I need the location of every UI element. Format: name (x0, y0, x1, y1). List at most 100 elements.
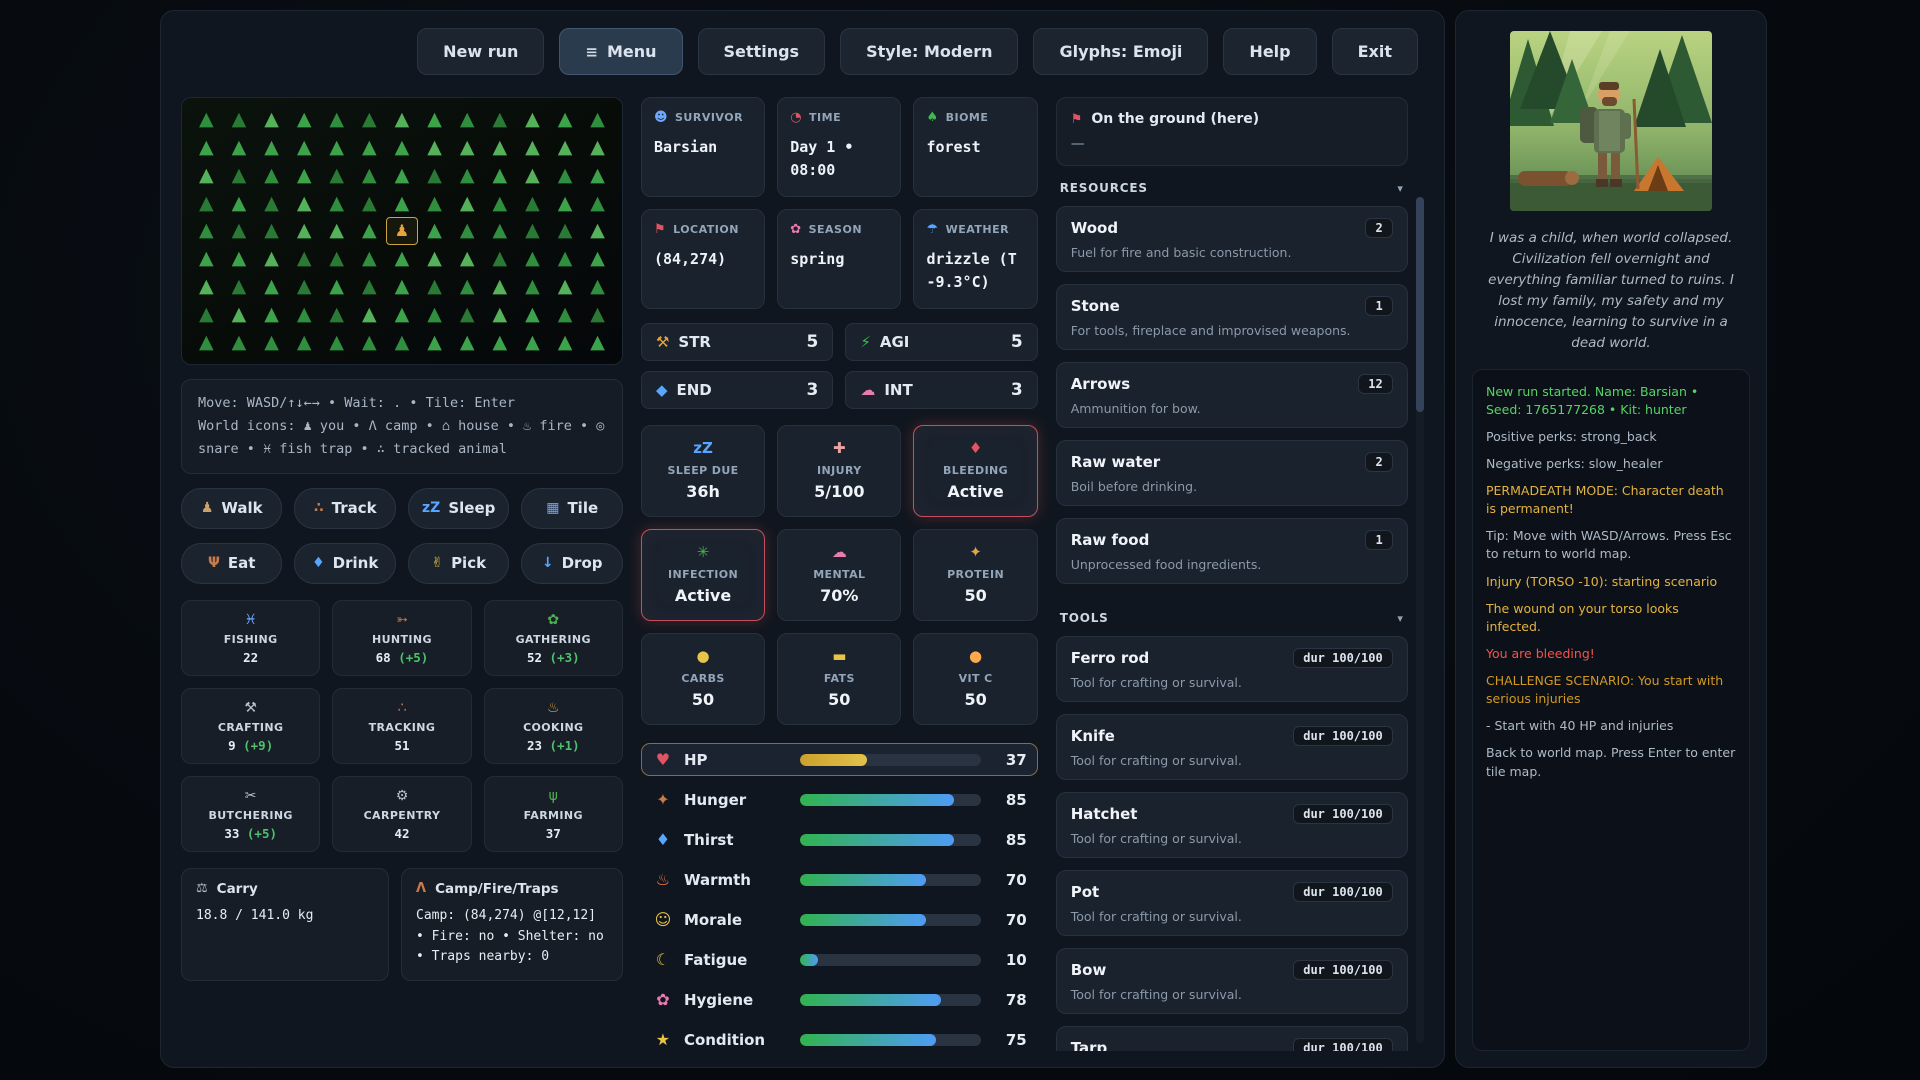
info-card-biome: ♠BIOMEforest (913, 97, 1037, 197)
map-tile-tree: ▲ (320, 273, 353, 301)
ground-item-stone[interactable]: Stone1For tools, fireplace and improvise… (1056, 284, 1408, 350)
bar-fill (800, 874, 927, 886)
ground-item-raw-water[interactable]: Raw water2Boil before drinking. (1056, 440, 1408, 506)
ground-item-raw-food[interactable]: Raw food1Unprocessed food ingredients. (1056, 518, 1408, 584)
map-tile-tree: ▲ (451, 106, 484, 134)
map-tile-tree: ▲ (581, 106, 614, 134)
status-card-vit-c: ●VIT C50 (913, 633, 1037, 725)
status-value: 50 (922, 690, 1028, 709)
ground-item-hatchet[interactable]: Hatchetdur 100/100Tool for crafting or s… (1056, 792, 1408, 858)
map-tile-tree: ▲ (581, 273, 614, 301)
ground-item-ferro-rod[interactable]: Ferro roddur 100/100 Tool for crafting or… (1056, 636, 1408, 702)
topbar-button-style-modern[interactable]: Style: Modern (840, 28, 1018, 75)
skill-label: CRAFTING (188, 721, 313, 734)
item-description: Tool for crafting or survival. (1071, 909, 1393, 924)
bar-value: 78 (991, 991, 1027, 1009)
log-line: You are bleeding! (1486, 645, 1736, 663)
world-map[interactable]: ▲▲▲▲▲▲▲▲▲▲▲▲▲▲▲▲▲▲▲▲▲▲▲▲▲▲▲▲▲▲▲▲▲▲▲▲▲▲▲▲… (181, 97, 623, 365)
map-tile-tree: ▲ (549, 162, 582, 190)
topbar-button-help[interactable]: Help (1223, 28, 1316, 75)
map-tile-tree: ▲ (320, 245, 353, 273)
ground-panel: ⚑ On the ground (here) — RESOURCES▾Wood2… (1056, 97, 1424, 1051)
section-header-tools[interactable]: TOOLS▾ (1056, 596, 1408, 636)
map-tile-tree: ▲ (549, 273, 582, 301)
map-tile-tree: ▲ (386, 328, 419, 356)
tree-icon: ♠ (926, 110, 938, 125)
item-description: Tool for crafting or survival. (1071, 675, 1393, 690)
info-card-location: ⚑LOCATION(84,274) (641, 209, 765, 309)
ground-item-tarp[interactable]: Tarpdur 100/100Tool for crafting or surv… (1056, 1026, 1408, 1051)
section-header-resources[interactable]: RESOURCES▾ (1056, 166, 1408, 206)
map-tile-tree: ▲ (288, 162, 321, 190)
skill-value: 9 (+9) (188, 738, 313, 753)
topbar-button-new-run[interactable]: New run (417, 28, 544, 75)
track-button[interactable]: ∴Track (294, 488, 395, 529)
topbar-button-settings[interactable]: Settings (698, 28, 826, 75)
ground-item-knife[interactable]: Knifedur 100/100Tool for crafting or sur… (1056, 714, 1408, 780)
map-tile-tree: ▲ (223, 328, 256, 356)
ground-scrollbar-thumb[interactable] (1416, 197, 1424, 412)
attribute-label: AGI (880, 333, 910, 351)
map-tile-tree: ▲ (549, 245, 582, 273)
quantity-badge: 1 (1365, 530, 1392, 550)
item-name: Wood (1071, 219, 1118, 237)
ground-item-bow[interactable]: Bowdur 100/100Tool for crafting or survi… (1056, 948, 1408, 1014)
ground-item-top: Ferro roddur 100/100 (1071, 648, 1393, 668)
drink-button[interactable]: ♦Drink (294, 543, 395, 584)
tile-button[interactable]: ▦Tile (521, 488, 622, 529)
bar-fill (800, 794, 954, 806)
item-description: Ammunition for bow. (1071, 401, 1393, 416)
ground-item-top: Bowdur 100/100 (1071, 960, 1393, 980)
status-card-grid: zZSLEEP DUE36h✚INJURY5/100♦BLEEDINGActiv… (641, 425, 1038, 725)
info-card-head: ✿SEASON (790, 222, 888, 237)
paw-icon: ∴ (314, 500, 324, 516)
walk-button[interactable]: ♟Walk (181, 488, 282, 529)
topbar-button-menu[interactable]: ≡Menu (559, 28, 682, 75)
status-label: INFECTION (650, 568, 756, 581)
info-card-value: (84,274) (654, 248, 752, 271)
topbar-button-glyphs-emoji[interactable]: Glyphs: Emoji (1033, 28, 1208, 75)
bar-warmth: ♨Warmth70 (641, 863, 1038, 896)
ground-item-arrows[interactable]: Arrows12Ammunition for bow. (1056, 362, 1408, 428)
ground-item-wood[interactable]: Wood2Fuel for fire and basic constructio… (1056, 206, 1408, 272)
map-tile-tree: ▲ (353, 300, 386, 328)
map-tile-tree: ▲ (223, 217, 256, 245)
map-tile-tree: ▲ (353, 328, 386, 356)
content-columns: ▲▲▲▲▲▲▲▲▲▲▲▲▲▲▲▲▲▲▲▲▲▲▲▲▲▲▲▲▲▲▲▲▲▲▲▲▲▲▲▲… (181, 97, 1424, 1051)
status-label: VIT C (922, 672, 1028, 685)
skill-value: 33 (+5) (188, 826, 313, 841)
map-tile-tree: ▲ (516, 189, 549, 217)
carry-title: Carry (217, 881, 258, 897)
info-card-head: ☂WEATHER (926, 222, 1024, 237)
map-tile-tree: ▲ (483, 273, 516, 301)
info-card-label: BIOME (946, 111, 989, 124)
item-description: Tool for crafting or survival. (1071, 753, 1393, 768)
topbar-button-label: Menu (607, 42, 657, 61)
camp-card: Λ Camp/Fire/Traps Camp: (84,274) @[12,12… (401, 868, 623, 981)
hammer-icon: ⚒ (188, 700, 313, 716)
sleep-button[interactable]: zZSleep (408, 488, 509, 529)
status-value: 5/100 (786, 482, 892, 501)
bar-fill (800, 914, 927, 926)
info-card-survivor: ☻SURVIVORBarsian (641, 97, 765, 197)
ground-scrollbar[interactable] (1416, 197, 1424, 1043)
map-tile-tree: ▲ (516, 300, 549, 328)
skill-value: 52 (+3) (491, 650, 616, 665)
topbar-button-exit[interactable]: Exit (1332, 28, 1418, 75)
eat-button[interactable]: ΨEat (181, 543, 282, 584)
status-label: BLEEDING (922, 464, 1028, 477)
ground-item-pot[interactable]: Potdur 100/100Tool for crafting or survi… (1056, 870, 1408, 936)
info-card-value: drizzle (T -9.3°C) (926, 248, 1024, 295)
bar-value: 37 (991, 751, 1027, 769)
pick-button[interactable]: ✌Pick (408, 543, 509, 584)
drop-button[interactable]: ↓Drop (521, 543, 622, 584)
info-card-head: ♠ BIOME (926, 110, 1024, 125)
skill-card-carpentry: ⚙CARPENTRY42 (332, 776, 471, 852)
log-line: Back to world map. Press Enter to enter … (1486, 744, 1736, 780)
item-description: Fuel for fire and basic construction. (1071, 245, 1393, 260)
action-button-label: Eat (228, 554, 256, 572)
item-description: Unprocessed food ingredients. (1071, 557, 1393, 572)
map-tile-tree: ▲ (418, 300, 451, 328)
info-card-label: SEASON (809, 223, 862, 236)
status-label: CARBS (650, 672, 756, 685)
